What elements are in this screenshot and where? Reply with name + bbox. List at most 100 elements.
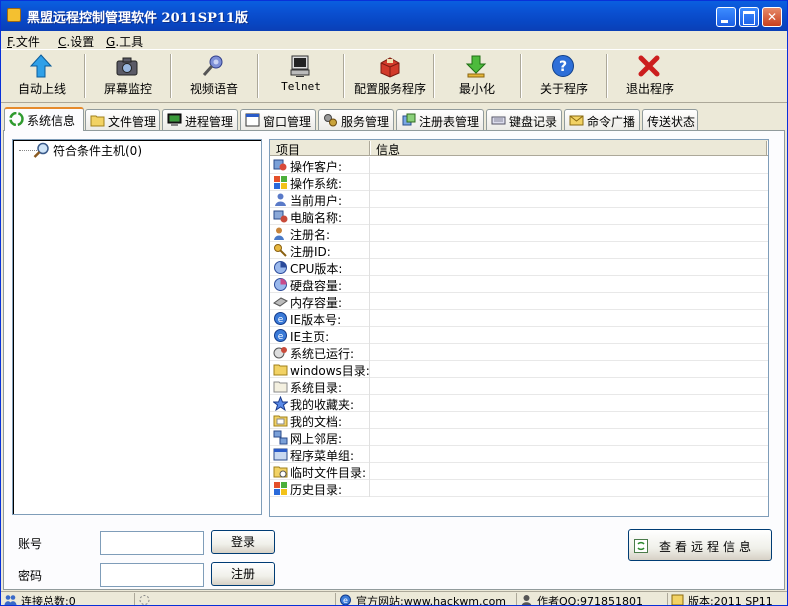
info-row[interactable]: 内存容量:: [270, 293, 768, 310]
info-row[interactable]: 网上邻居:: [270, 429, 768, 446]
status-author: 作者QQ:971851801: [516, 593, 666, 605]
info-row[interactable]: 我的文档:: [270, 412, 768, 429]
star-icon: [273, 396, 288, 411]
tab-command-broadcast[interactable]: 命令广播: [564, 109, 640, 130]
info-row-divider: [369, 429, 370, 446]
info-row-divider: [369, 310, 370, 327]
ie-icon: e: [274, 312, 287, 325]
title-bar[interactable]: 黑盟远程控制管理软件 2011SP11版 ✕: [1, 1, 787, 31]
info-row-divider: [369, 276, 370, 293]
info-row[interactable]: 操作系统:: [270, 174, 768, 191]
minimize-button[interactable]: [716, 7, 736, 27]
tab-window-manager[interactable]: 窗口管理: [240, 109, 316, 130]
column-divider[interactable]: [766, 141, 768, 155]
computer-user-icon: [273, 210, 288, 223]
info-row-label: 程序菜单组:: [290, 449, 355, 463]
tree-root-node[interactable]: 符合条件主机(0): [53, 142, 142, 159]
screen-monitor-button[interactable]: 屏幕监控: [87, 52, 169, 100]
account-input[interactable]: [100, 531, 204, 555]
info-row[interactable]: 临时文件目录:: [270, 463, 768, 480]
close-icon: ✕: [766, 10, 778, 24]
tab-transfer-status[interactable]: 传送状态: [642, 109, 698, 130]
monitor-icon: [167, 113, 182, 126]
login-button[interactable]: 登录: [211, 530, 275, 554]
minimize-down-icon: [465, 55, 487, 78]
status-website[interactable]: e 官方网站:www.hackwm.com: [335, 593, 515, 605]
minimize-program-label: 最小化: [458, 82, 495, 96]
column-header-item[interactable]: 项目: [276, 141, 300, 158]
tab-keylogger[interactable]: 键盘记录: [486, 109, 562, 130]
documents-icon: [273, 415, 288, 427]
tab-label: 系统信息: [27, 114, 76, 128]
refresh-icon: [634, 539, 648, 553]
menu-settings[interactable]: C.设置: [58, 33, 94, 50]
info-row[interactable]: 当前用户:: [270, 191, 768, 208]
info-row[interactable]: 电脑名称:: [270, 208, 768, 225]
maximize-button[interactable]: [739, 7, 759, 27]
info-row-label: IE主页:: [290, 330, 330, 344]
network-icon: [273, 430, 288, 445]
info-row-divider: [369, 446, 370, 463]
close-button[interactable]: ✕: [762, 7, 782, 27]
tab-system-info[interactable]: 系统信息: [4, 107, 84, 131]
registry-icon: [402, 113, 416, 126]
memory-icon: [273, 297, 288, 307]
terminal-icon: [290, 55, 310, 77]
auto-online-label: 自动上线: [17, 82, 66, 96]
info-row[interactable]: 硬盘容量:: [270, 276, 768, 293]
menu-tools-key: G: [106, 35, 116, 49]
info-row[interactable]: 注册ID:: [270, 242, 768, 259]
info-row[interactable]: 操作客户:: [270, 157, 768, 174]
broadcast-icon: [569, 115, 584, 126]
minimize-icon: [717, 8, 735, 26]
tab-process-manager[interactable]: 进程管理: [162, 109, 238, 130]
minimize-program-button[interactable]: 最小化: [436, 52, 518, 100]
info-row-label: IE版本号:: [290, 313, 342, 327]
exit-program-button[interactable]: 退出程序: [609, 52, 691, 100]
tab-registry-manager[interactable]: 注册表管理: [396, 109, 484, 130]
config-service-button[interactable]: 配置服务程序: [346, 52, 434, 100]
column-header-info[interactable]: 信息: [376, 141, 400, 158]
window-title: 黑盟远程控制管理软件 2011SP11版: [27, 11, 248, 26]
tab-service-manager[interactable]: 服务管理: [318, 109, 394, 130]
info-row[interactable]: CPU版本:: [270, 259, 768, 276]
column-divider[interactable]: [369, 141, 371, 155]
info-row[interactable]: e IE主页:: [270, 327, 768, 344]
host-tree[interactable]: 符合条件主机(0): [12, 139, 262, 515]
toolbar-separator: [343, 54, 345, 98]
status-activity: [134, 593, 334, 605]
register-button[interactable]: 注册: [211, 562, 275, 586]
info-row[interactable]: e IE版本号:: [270, 310, 768, 327]
microphone-icon: [202, 55, 223, 76]
info-row[interactable]: 注册名:: [270, 225, 768, 242]
info-row-label: 网上邻居:: [290, 432, 343, 446]
menu-tools[interactable]: G.工具: [106, 33, 143, 50]
keyboard-icon: [491, 116, 506, 125]
telnet-button[interactable]: Telnet: [260, 52, 342, 100]
menu-file-label: 文件: [15, 35, 40, 49]
qq-user-icon: [521, 595, 532, 605]
tab-label: 服务管理: [341, 115, 390, 129]
status-version: 版本:2011 SP11: [667, 593, 787, 605]
auto-online-button[interactable]: 自动上线: [1, 52, 83, 100]
registered-user-icon: [274, 227, 284, 240]
info-row[interactable]: 我的收藏夹:: [270, 395, 768, 412]
info-row-divider: [369, 378, 370, 395]
menu-tools-label: 工具: [119, 35, 144, 49]
info-row[interactable]: windows目录:: [270, 361, 768, 378]
password-input[interactable]: [100, 563, 204, 587]
info-row-label: 我的收藏夹:: [290, 398, 355, 412]
info-row-divider: [369, 174, 370, 191]
video-voice-button[interactable]: 视频语音: [173, 52, 255, 100]
info-row[interactable]: 系统已运行:: [270, 344, 768, 361]
info-row[interactable]: 历史目录:: [270, 480, 768, 497]
toolbar-separator: [170, 54, 172, 98]
info-row-label: 操作客户:: [290, 160, 343, 174]
menu-file[interactable]: F.文件: [7, 33, 40, 50]
info-row[interactable]: 系统目录:: [270, 378, 768, 395]
status-bar: 连接总数:0 e 官方网站:www.hackwm.com 作者QQ:971851…: [1, 591, 787, 605]
tab-file-manager[interactable]: 文件管理: [85, 109, 160, 130]
about-button[interactable]: ? 关于程序: [523, 52, 605, 100]
info-row[interactable]: 程序菜单组:: [270, 446, 768, 463]
view-remote-info-button[interactable]: 查看远程信息: [628, 529, 772, 561]
